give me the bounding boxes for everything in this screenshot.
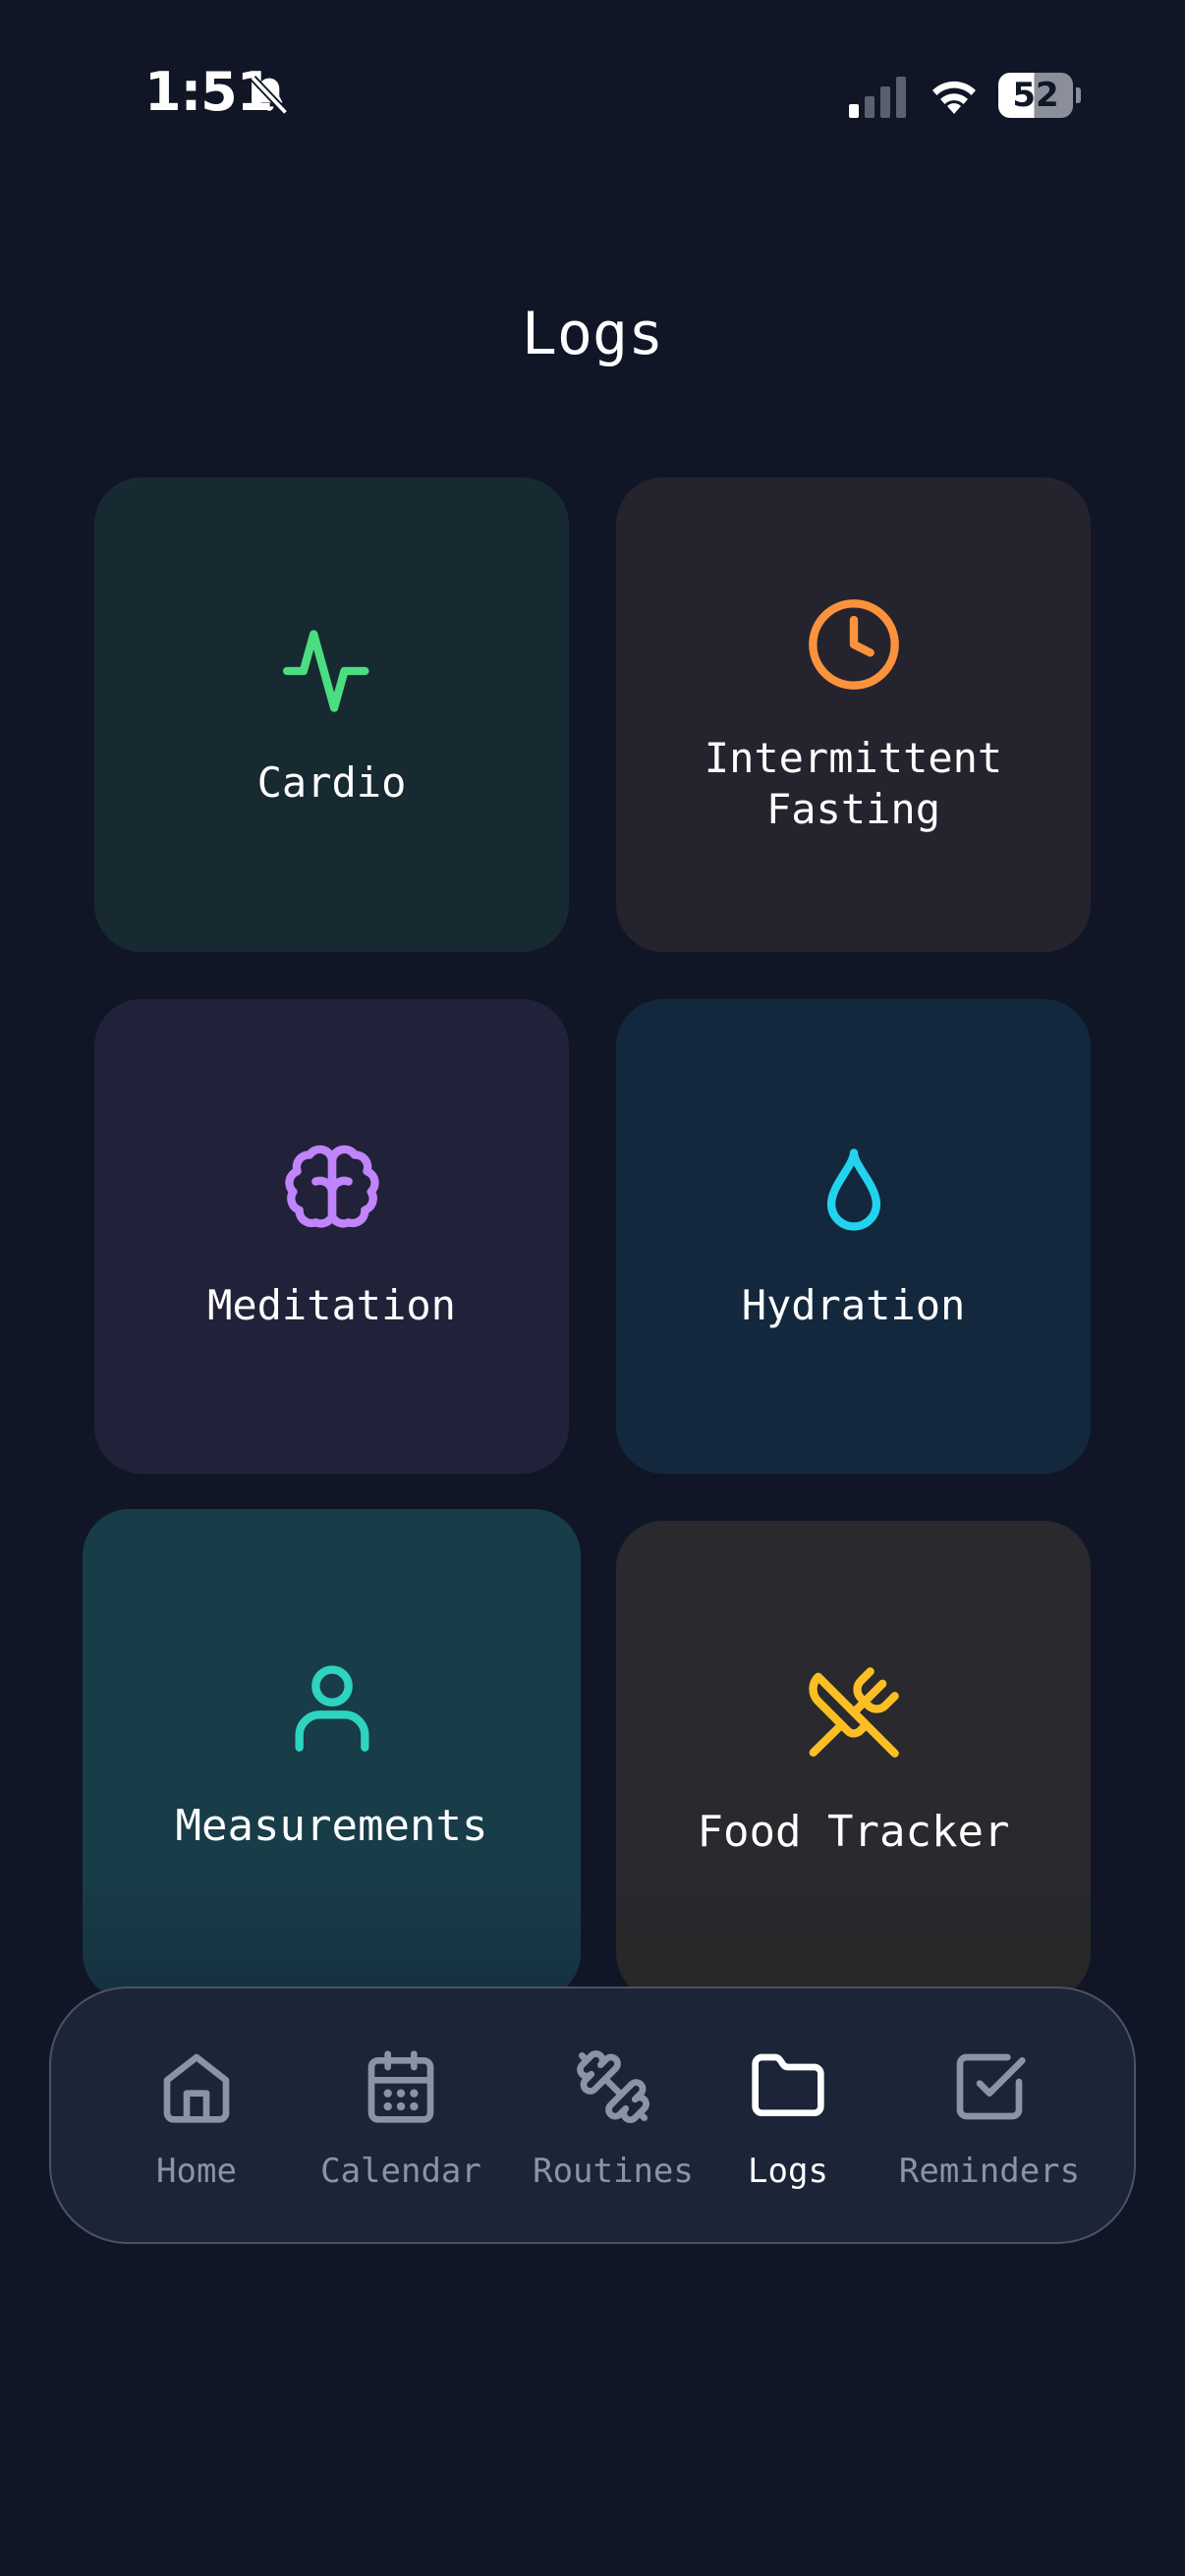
home-icon <box>163 2053 230 2123</box>
battery-icon: 52 <box>998 73 1081 118</box>
tile-food-tracker[interactable]: Food Tracker <box>616 1521 1091 2000</box>
battery-percent: 52 <box>1012 76 1059 115</box>
checkbox-icon <box>956 2053 1026 2120</box>
tile-label-hydration: Hydration <box>741 1280 966 1329</box>
tile-label-intermittent-fasting: Intermittent Fasting <box>704 733 1003 833</box>
tile-meditation[interactable]: Meditation <box>94 999 569 1474</box>
cellular-signal-icon <box>849 77 906 118</box>
wifi-icon <box>932 81 976 114</box>
tile-label-cardio: Cardio <box>256 757 407 807</box>
tile-measurements[interactable]: Measurements <box>83 1509 581 2000</box>
tile-intermittent-fasting[interactable]: Intermittent Fasting <box>616 477 1091 952</box>
brain-icon <box>284 1145 379 1228</box>
nav-label-home: Home <box>156 2152 237 2191</box>
folder-icon <box>752 2053 824 2116</box>
tile-cardio[interactable]: Cardio <box>94 477 569 952</box>
tile-label-food-tracker: Food Tracker <box>697 1807 1010 1857</box>
tile-label-meditation: Meditation <box>207 1280 456 1329</box>
bottom-nav: Home Calendar Routines Logs Reminders <box>49 1987 1136 2244</box>
droplet-icon <box>826 1148 880 1231</box>
battery-tip <box>1076 87 1081 103</box>
nav-label-reminders: Reminders <box>898 2152 1081 2191</box>
user-icon <box>295 1665 369 1752</box>
nav-label-logs: Logs <box>748 2152 828 2191</box>
nav-item-calendar[interactable]: Calendar <box>295 2047 507 2191</box>
nav-label-calendar: Calendar <box>320 2152 481 2191</box>
nav-item-routines[interactable]: Routines <box>507 2047 719 2191</box>
bell-slash-icon <box>250 76 289 115</box>
nav-item-home[interactable]: Home <box>130 2047 263 2191</box>
tile-label-measurements: Measurements <box>175 1801 488 1851</box>
utensils-crossed-icon <box>808 1667 899 1758</box>
clock-icon <box>808 598 899 690</box>
status-bar: 1:51 52 <box>0 0 1185 196</box>
tile-hydration[interactable]: Hydration <box>616 999 1091 1474</box>
nav-label-routines: Routines <box>533 2152 694 2191</box>
nav-item-logs[interactable]: Logs <box>719 2047 857 2191</box>
nav-item-reminders[interactable]: Reminders <box>876 2047 1102 2191</box>
calendar-icon <box>367 2050 434 2123</box>
page-title: Logs <box>521 300 664 368</box>
dumbbell-icon <box>577 2050 649 2123</box>
activity-pulse-icon <box>282 629 369 712</box>
